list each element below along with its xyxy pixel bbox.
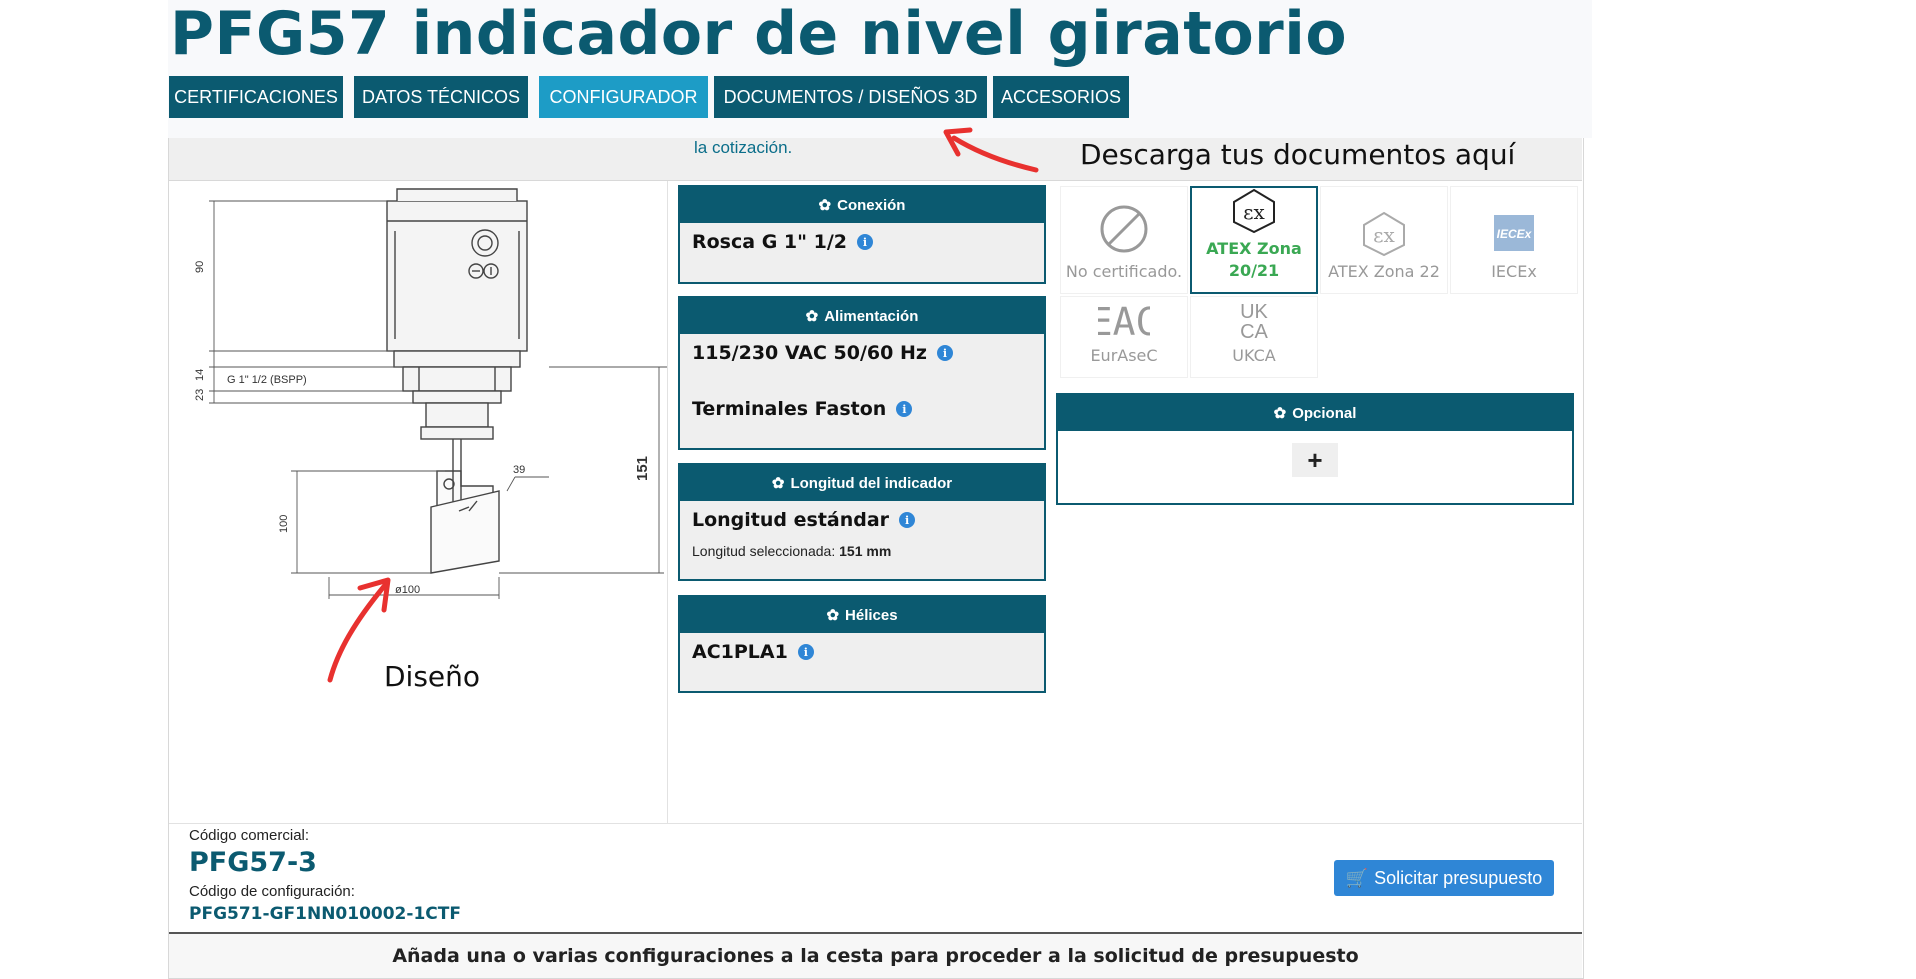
ukca-icon: UKCA	[1240, 301, 1268, 341]
cert-atex-zona-22[interactable]: εx ATEX Zona 22	[1320, 186, 1448, 294]
svg-text:UK: UK	[1240, 301, 1268, 323]
cert-no-certificado[interactable]: No certificado.	[1060, 186, 1188, 294]
conexion-value[interactable]: Rosca G 1" 1/2	[692, 231, 847, 253]
conexion-electrica-value[interactable]: Terminales Faston	[692, 398, 886, 420]
dim-14: 14	[194, 369, 206, 381]
gear-icon: ✿	[771, 475, 785, 492]
tab-certificaciones[interactable]: CERTIFICACIONES	[169, 76, 343, 118]
cert-ukca[interactable]: UK CA UKCA	[1190, 296, 1318, 378]
svg-text:IECEx: IECEx	[1497, 227, 1533, 241]
eac-icon: EAC	[1098, 301, 1150, 341]
cart-icon: 🛒	[1345, 867, 1369, 888]
config-code: PFG571-GF1NN010002-1CTF	[189, 904, 461, 924]
iecex-icon: IECEx	[1494, 215, 1534, 251]
dim-39: 39	[513, 464, 525, 476]
arrow-docs-annotation	[943, 127, 1039, 173]
helices-value[interactable]: AC1PLA1	[692, 641, 788, 663]
info-icon[interactable]: i	[936, 345, 953, 361]
bottom-message: Añada una o varias configuraciones a la …	[169, 932, 1582, 978]
footer-divider	[169, 823, 1582, 824]
info-icon[interactable]: i	[899, 512, 916, 528]
dim-23: 23	[194, 389, 206, 401]
commercial-code: PFG57-3	[189, 847, 317, 878]
longitud-value[interactable]: Longitud estándar	[692, 509, 889, 531]
longitud-selected-label: Longitud seleccionada:	[692, 543, 836, 559]
cert-iecex[interactable]: IECEx IECEx	[1450, 186, 1578, 294]
card-conexion-header: Conexión	[837, 196, 906, 214]
ex-icon: εx	[1363, 211, 1405, 257]
alimentacion-value[interactable]: 115/230 VAC 50/60 Hz	[692, 342, 927, 364]
card-opcional: ✿ Opcional +	[1056, 393, 1574, 505]
docs-annotation: Descarga tus documentos aquí	[1080, 138, 1516, 171]
tab-datos-tecnicos[interactable]: DATOS TÉCNICOS	[354, 76, 528, 118]
card-helices: ✿ Hélices AC1PLA1 i	[678, 595, 1046, 693]
svg-text:EAC: EAC	[1098, 301, 1150, 341]
longitud-selected-value: 151 mm	[839, 543, 892, 559]
dim-151: 151	[634, 456, 651, 481]
svg-text:εx: εx	[1243, 200, 1265, 224]
card-conexion: ✿ Conexión Rosca G 1" 1/2 i	[678, 185, 1046, 284]
svg-text:CA: CA	[1240, 321, 1268, 341]
add-option-button[interactable]: +	[1292, 443, 1338, 477]
gear-icon: ✿	[818, 197, 832, 214]
tab-configurador[interactable]: CONFIGURADOR	[539, 76, 708, 118]
card-helices-header: Hélices	[845, 606, 898, 624]
card-opcional-header: Opcional	[1292, 404, 1357, 422]
commercial-code-label: Código comercial:	[189, 827, 310, 844]
dim-thread: G 1" 1/2 (BSPP)	[227, 374, 307, 386]
card-alimentacion-header: Alimentación	[824, 307, 919, 325]
card-longitud: ✿ Longitud del indicador Longitud estánda…	[678, 463, 1046, 581]
info-icon[interactable]: i	[857, 234, 874, 250]
card-alimentacion: ✿ Alimentación 115/230 VAC 50/60 Hz i Term…	[678, 296, 1046, 450]
page-title: PFG57 indicador de nivel giratorio	[170, 0, 1348, 69]
card-longitud-header: Longitud del indicador	[790, 474, 953, 492]
technical-drawing: 90 14 23 G 1" 1/2 (BSPP) 151 39 100 ø100	[194, 188, 667, 599]
info-icon[interactable]: i	[797, 644, 814, 660]
ex-icon: εx	[1233, 188, 1275, 234]
cert-eurasec[interactable]: EAC EurAseC	[1060, 296, 1188, 378]
request-quote-button[interactable]: 🛒 Solicitar presupuesto	[1334, 860, 1554, 896]
tab-accesorios[interactable]: ACCESORIOS	[993, 76, 1129, 118]
config-code-label: Código de configuración:	[189, 883, 355, 900]
request-quote-label: Solicitar presupuesto	[1374, 867, 1543, 888]
gear-icon: ✿	[805, 308, 819, 325]
dim-100: 100	[278, 515, 290, 533]
svg-text:εx: εx	[1373, 223, 1395, 247]
cotizacion-text: la cotización.	[694, 138, 793, 157]
tab-documentos[interactable]: DOCUMENTOS / DISEÑOS 3D	[714, 76, 987, 118]
gear-icon: ✿	[826, 607, 840, 624]
dim-90: 90	[194, 261, 206, 273]
cert-atex-zona-20-21[interactable]: εx ATEX Zona 20/21	[1190, 186, 1318, 294]
no-cert-icon	[1100, 205, 1148, 253]
gear-icon: ✿	[1273, 405, 1287, 422]
arrow-design-annotation	[327, 577, 391, 683]
info-icon[interactable]: i	[896, 401, 913, 417]
